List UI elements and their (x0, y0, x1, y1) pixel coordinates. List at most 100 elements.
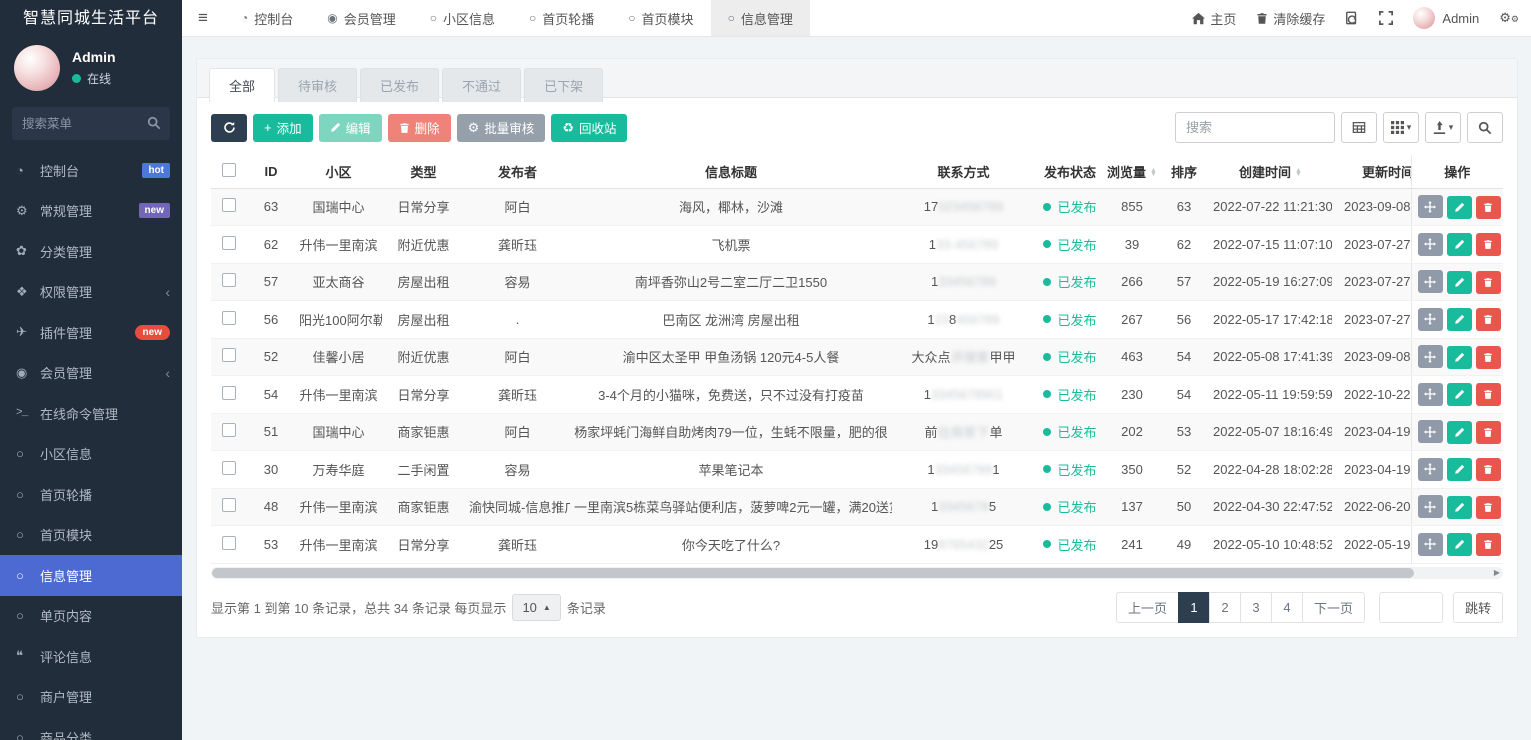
sidebar-item[interactable]: ◉ 会员管理 ‹ (0, 353, 182, 394)
column-header[interactable]: 浏览量 ▲ ▼ (1105, 155, 1159, 189)
add-button[interactable]: + 添加 (253, 113, 313, 142)
row-checkbox[interactable] (222, 310, 236, 325)
delete-button[interactable]: 删除 (387, 113, 451, 142)
sidebar-item[interactable]: ○ 小区信息 (0, 434, 182, 475)
row-checkbox[interactable] (222, 535, 236, 550)
refresh-button[interactable] (211, 113, 247, 142)
column-header[interactable]: 创建时间 ▲ ▼ (1209, 155, 1332, 189)
move-button[interactable] (1417, 307, 1443, 331)
recycle-bin-button[interactable]: ♻ 回收站 (551, 113, 628, 142)
page-button[interactable]: 2 (1208, 591, 1241, 623)
profile-menu[interactable]: Admin (1413, 7, 1479, 29)
page-size-dropdown[interactable]: 10 ▲ (512, 593, 561, 621)
row-checkbox[interactable] (222, 273, 236, 288)
delete-row-button[interactable] (1475, 533, 1501, 556)
select-all-checkbox[interactable] (222, 162, 236, 177)
sidebar-item[interactable]: ○ 单页内容 (0, 596, 182, 637)
sidebar-item[interactable]: ○ 信息管理 (0, 555, 182, 596)
delete-row-button[interactable] (1475, 420, 1501, 444)
edit-row-button[interactable] (1446, 233, 1472, 256)
move-button[interactable] (1417, 270, 1443, 293)
topbar-tab[interactable]: ○ 信息管理 (710, 0, 810, 36)
row-checkbox[interactable] (222, 385, 236, 400)
scrollbar-thumb[interactable] (212, 567, 1414, 578)
move-button[interactable] (1417, 195, 1443, 218)
move-button[interactable] (1417, 420, 1443, 443)
sidebar-item[interactable]: ⚙ 常规管理 new (0, 191, 182, 232)
sidebar-item[interactable]: ○ 首页轮播 (0, 474, 182, 515)
sidebar-item[interactable]: ❖ 权限管理 ‹ (0, 272, 182, 313)
prev-page-button[interactable]: 上一页 (1115, 591, 1179, 623)
jump-page-input[interactable] (1378, 591, 1443, 623)
edit-button[interactable]: 编辑 (318, 113, 382, 142)
row-checkbox[interactable] (222, 498, 236, 513)
edit-row-button[interactable] (1446, 345, 1472, 369)
columns-dropdown-button[interactable]: ▾ (1383, 112, 1419, 143)
sidebar-toggle-icon[interactable]: ≡ (182, 0, 224, 36)
move-button[interactable] (1417, 382, 1443, 406)
delete-row-button[interactable] (1475, 270, 1501, 294)
fullscreen-icon[interactable] (1379, 11, 1394, 25)
filter-tab[interactable]: 全部 (209, 68, 276, 102)
clear-cache-link[interactable]: 清除缓存 (1256, 9, 1325, 28)
delete-row-button[interactable] (1475, 383, 1501, 406)
next-page-button[interactable]: 下一页 (1301, 591, 1365, 623)
topbar-tab[interactable]: ○ 首页轮播 (512, 0, 611, 36)
delete-row-button[interactable] (1475, 495, 1501, 519)
topbar-tab[interactable]: ○ 小区信息 (413, 0, 512, 36)
edit-row-button[interactable] (1446, 458, 1472, 481)
page-button[interactable]: 4 (1270, 591, 1303, 623)
sidebar-item[interactable]: ❝ 评论信息 (0, 636, 182, 677)
scrollbar-arrow-icon[interactable]: ▶ (1494, 568, 1500, 577)
delete-row-button[interactable] (1475, 458, 1501, 481)
page-button[interactable]: 1 (1177, 591, 1210, 623)
edit-row-button[interactable] (1446, 533, 1472, 556)
delete-row-button[interactable] (1475, 233, 1501, 256)
avatar[interactable] (14, 45, 60, 91)
delete-row-button[interactable] (1475, 195, 1501, 219)
move-button[interactable] (1417, 532, 1443, 556)
export-dropdown-button[interactable]: ▾ (1425, 112, 1461, 143)
edit-row-button[interactable] (1446, 195, 1472, 219)
row-checkbox[interactable] (222, 348, 236, 363)
home-link[interactable]: 主页 (1192, 9, 1236, 28)
sidebar-item[interactable]: ○ 商户管理 (0, 677, 182, 718)
sidebar-item[interactable]: ○ 首页模块 (0, 515, 182, 556)
move-button[interactable] (1417, 232, 1443, 256)
move-button[interactable] (1417, 495, 1443, 518)
sidebar-item[interactable]: >_ 在线命令管理 (0, 393, 182, 434)
advanced-search-button[interactable] (1467, 112, 1503, 143)
row-checkbox[interactable] (222, 423, 236, 438)
row-checkbox[interactable] (222, 460, 236, 475)
page-button[interactable]: 3 (1239, 591, 1272, 623)
edit-row-button[interactable] (1446, 383, 1472, 406)
filter-tab[interactable]: 已下架 (524, 68, 604, 102)
topbar-tab-label: 首页轮播 (542, 11, 595, 27)
row-checkbox[interactable] (222, 198, 236, 213)
edit-row-button[interactable] (1446, 270, 1472, 294)
topbar-tab[interactable]: ○ 首页模块 (611, 0, 710, 36)
jump-button[interactable]: 跳转 (1452, 591, 1503, 623)
delete-row-button[interactable] (1475, 308, 1501, 331)
edit-row-button[interactable] (1446, 495, 1472, 519)
row-checkbox[interactable] (222, 235, 236, 250)
edit-row-button[interactable] (1446, 308, 1472, 331)
toggle-view-button[interactable] (1341, 112, 1377, 143)
table-search-input[interactable] (1175, 112, 1335, 143)
sidebar-item[interactable]: ✿ 分类管理 (0, 231, 182, 272)
batch-audit-button[interactable]: ⚙ 批量审核 (456, 113, 546, 142)
topbar-tab[interactable]: ◔ 控制台 (224, 0, 310, 36)
move-button[interactable] (1417, 345, 1443, 368)
filter-tab[interactable]: 待审核 (278, 68, 358, 102)
sidebar-item[interactable]: ◔ 控制台 hot (0, 150, 182, 191)
settings-gears-icon[interactable]: ⚙⚙ (1499, 10, 1519, 26)
delete-row-button[interactable] (1475, 345, 1501, 369)
edit-row-button[interactable] (1446, 420, 1472, 444)
topbar-tab[interactable]: ◉ 会员管理 (310, 0, 413, 36)
sidebar-item[interactable]: ✈ 插件管理 new (0, 312, 182, 353)
refresh-page-icon[interactable] (1345, 11, 1359, 25)
filter-tab[interactable]: 不通过 (442, 68, 522, 102)
move-button[interactable] (1417, 457, 1443, 481)
filter-tab[interactable]: 已发布 (360, 68, 440, 102)
sidebar-item[interactable]: ○ 商品分类 (0, 717, 182, 740)
